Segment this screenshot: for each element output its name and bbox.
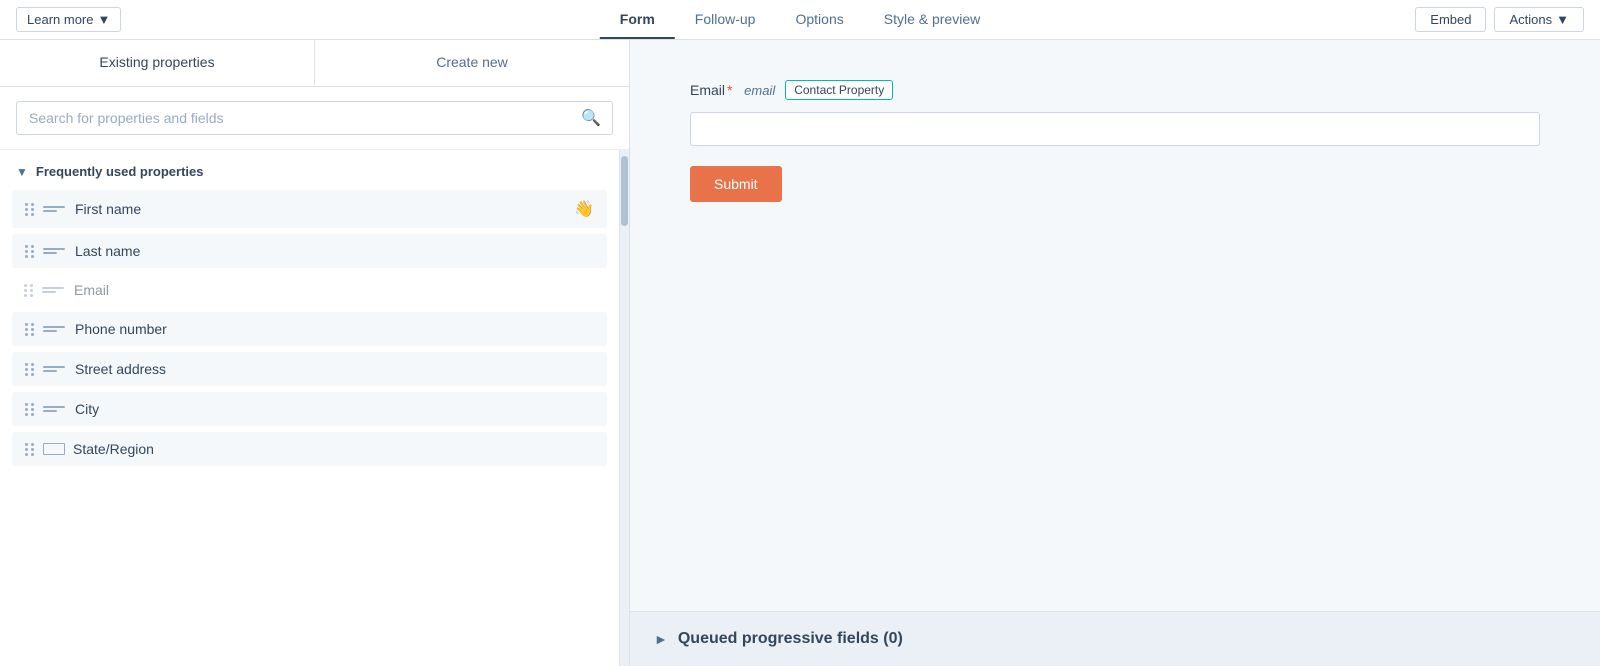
queued-chevron-icon: ► bbox=[654, 631, 668, 647]
tab-create-new[interactable]: Create new bbox=[315, 40, 629, 86]
property-item-city[interactable]: City bbox=[12, 392, 607, 426]
drag-handle-phone-number bbox=[25, 323, 35, 336]
property-label-city: City bbox=[75, 401, 594, 417]
tab-style-preview[interactable]: Style & preview bbox=[864, 1, 1000, 39]
field-icon-email bbox=[42, 287, 66, 293]
chevron-down-icon: ▼ bbox=[97, 12, 110, 27]
drag-handle-email bbox=[24, 284, 34, 297]
search-bar: 🔍 bbox=[0, 87, 629, 150]
drag-handle-first-name bbox=[25, 203, 35, 216]
property-label-street-address: Street address bbox=[75, 361, 594, 377]
email-field-row: Email* email Contact Property bbox=[690, 80, 1540, 100]
section-chevron-icon: ▼ bbox=[16, 165, 28, 179]
property-item-street-address[interactable]: Street address bbox=[12, 352, 607, 386]
queued-title-label: Queued progressive fields (0) bbox=[678, 630, 903, 648]
tab-form[interactable]: Form bbox=[600, 1, 675, 39]
actions-button[interactable]: Actions ▼ bbox=[1494, 7, 1584, 32]
actions-label: Actions bbox=[1509, 12, 1552, 27]
email-field-label: Email* email bbox=[690, 82, 775, 98]
email-type-hint: email bbox=[744, 83, 775, 98]
field-icon-city bbox=[43, 406, 67, 412]
cursor-pointer-icon: 👋 bbox=[574, 199, 594, 219]
property-label-phone-number: Phone number bbox=[75, 321, 594, 337]
field-icon-phone-number bbox=[43, 326, 67, 332]
drag-handle-city bbox=[25, 403, 35, 416]
panel-tabs: Existing properties Create new bbox=[0, 40, 629, 87]
drag-handle-state-region bbox=[25, 443, 35, 456]
section-header-frequently-used[interactable]: ▼ Frequently used properties bbox=[0, 150, 619, 187]
embed-button[interactable]: Embed bbox=[1415, 7, 1486, 32]
tab-options[interactable]: Options bbox=[775, 1, 863, 39]
field-icon-street-address bbox=[43, 366, 67, 372]
property-label-first-name: First name bbox=[75, 201, 562, 217]
learn-more-label: Learn more bbox=[27, 12, 93, 27]
scrollbar-track[interactable] bbox=[619, 150, 629, 666]
property-item-phone-number[interactable]: Phone number bbox=[12, 312, 607, 346]
scrollbar-thumb[interactable] bbox=[621, 156, 628, 226]
drag-handle-street-address bbox=[25, 363, 35, 376]
drag-handle-last-name bbox=[25, 245, 35, 258]
left-panel-inner: ▼ Frequently used properties bbox=[0, 150, 629, 666]
property-item-email: Email bbox=[12, 274, 607, 306]
tab-follow-up[interactable]: Follow-up bbox=[675, 1, 776, 39]
property-item-state-region[interactable]: State/Region bbox=[12, 432, 607, 466]
right-panel: Email* email Contact Property Submit ► Q… bbox=[630, 40, 1600, 666]
email-input-field[interactable] bbox=[690, 112, 1540, 146]
chevron-down-icon: ▼ bbox=[1556, 12, 1569, 27]
property-label-last-name: Last name bbox=[75, 243, 594, 259]
property-item-first-name[interactable]: First name 👋 bbox=[12, 190, 607, 228]
property-item-last-name[interactable]: Last name bbox=[12, 234, 607, 268]
field-icon-last-name bbox=[43, 248, 67, 254]
submit-button[interactable]: Submit bbox=[690, 166, 782, 202]
form-canvas: Email* email Contact Property Submit bbox=[630, 40, 1600, 611]
nav-tabs: Form Follow-up Options Style & preview bbox=[600, 1, 1000, 39]
field-icon-first-name bbox=[43, 206, 67, 212]
top-bar: Learn more ▼ Form Follow-up Options Styl… bbox=[0, 0, 1600, 40]
properties-scroll-wrap: ▼ Frequently used properties bbox=[0, 150, 619, 666]
field-icon-state-region bbox=[43, 443, 65, 455]
top-bar-actions: Embed Actions ▼ bbox=[1415, 7, 1584, 32]
contact-property-badge[interactable]: Contact Property bbox=[785, 80, 893, 100]
search-input[interactable] bbox=[16, 101, 613, 135]
left-panel: Existing properties Create new 🔍 ▼ Frequ… bbox=[0, 40, 630, 666]
section-label: Frequently used properties bbox=[36, 164, 204, 179]
property-label-state-region: State/Region bbox=[73, 441, 594, 457]
tab-existing-properties[interactable]: Existing properties bbox=[0, 40, 315, 86]
queued-progressive-fields[interactable]: ► Queued progressive fields (0) bbox=[630, 611, 1600, 666]
learn-more-button[interactable]: Learn more ▼ bbox=[16, 7, 121, 32]
property-label-email: Email bbox=[74, 282, 595, 298]
main-layout: Existing properties Create new 🔍 ▼ Frequ… bbox=[0, 40, 1600, 666]
